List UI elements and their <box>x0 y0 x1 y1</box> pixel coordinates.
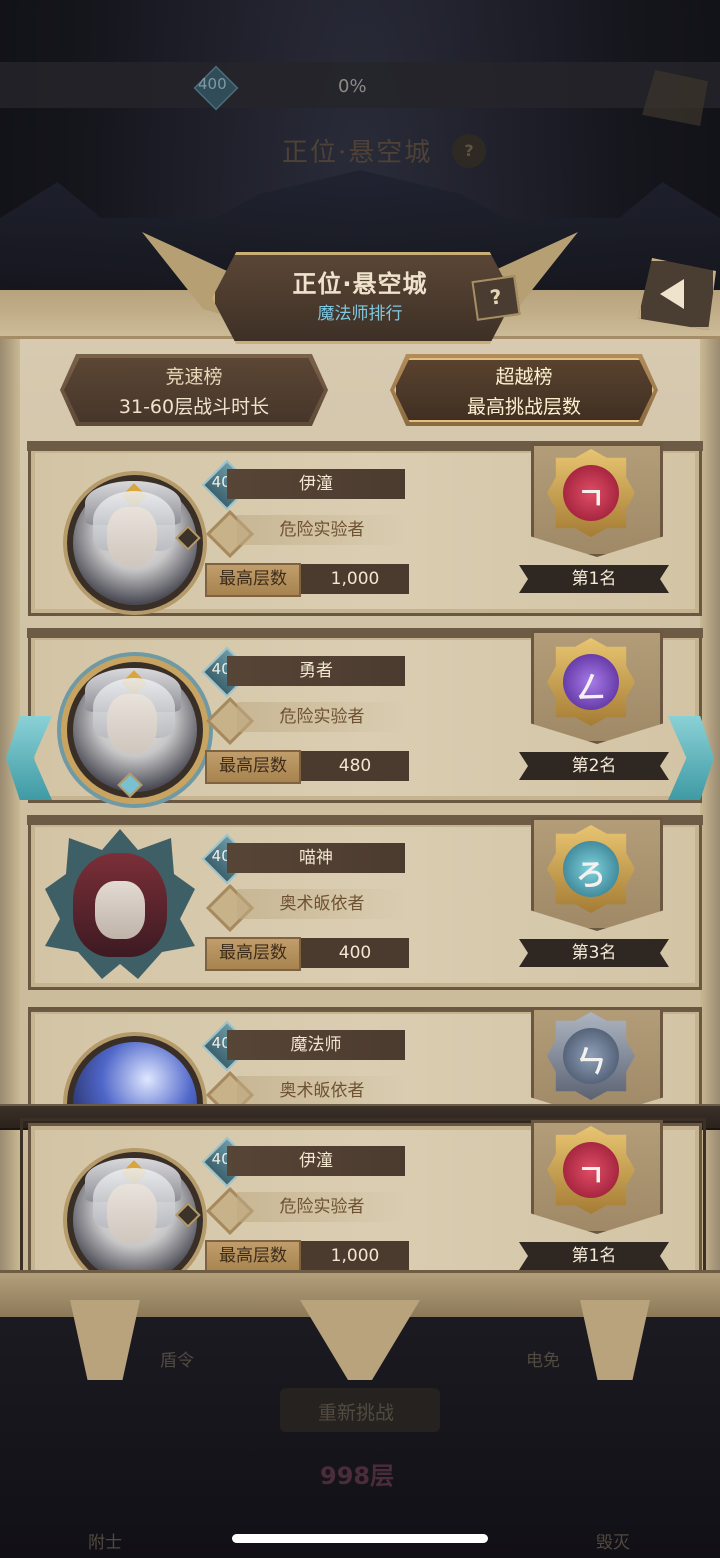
bg-floor-text: 998层 <box>320 1462 395 1490</box>
bg-label-right: 电免 <box>526 1351 560 1371</box>
avatar-hood <box>73 853 167 957</box>
tab-speed-ranking[interactable]: 竞速榜 31-60层战斗时长 <box>60 354 328 426</box>
ranking-row[interactable]: 400 勇者 危险实验者 最高层数 480 ㄥ 第2名 <box>27 628 703 803</box>
floor-label: 最高层数 <box>205 937 301 971</box>
rank-label: 第1名 <box>519 565 669 593</box>
tab-speed-ranking-desc: 31-60层战斗时长 <box>118 396 270 418</box>
emblem-core: ろ <box>563 841 619 897</box>
floor-label: 最高层数 <box>205 750 301 784</box>
ranking-row[interactable]: 400 伊潼 危险实验者 最高层数 1,000 ㄱ 第1名 <box>27 441 703 616</box>
rank-emblem-icon: ㄱ <box>547 1126 635 1214</box>
ranking-row[interactable]: 400 喵神 奥术皈依者 最高层数 400 ろ 第3名 <box>27 815 703 990</box>
bg-label-left: 盾令 <box>160 1351 194 1371</box>
panel-frame-left <box>0 290 20 1300</box>
bg-help-icon: ? <box>452 134 486 168</box>
player-class: 危险实验者 <box>237 515 407 545</box>
avatar-face <box>107 1184 157 1244</box>
emblem-core: ㄥ <box>563 654 619 710</box>
floor-value: 480 <box>301 751 409 781</box>
self-ranking-row[interactable]: 400 伊潼 危险实验者 最高层数 1,000 ㄱ 第1名 <box>28 1120 702 1293</box>
tab-surpass-ranking-desc: 最高挑战层数 <box>466 396 581 418</box>
emblem-mark-icon: ㄥ <box>576 671 606 706</box>
player-name: 伊潼 <box>227 469 405 499</box>
floor-value: 400 <box>301 938 409 968</box>
emblem-mark-icon: ㄱ <box>577 1159 605 1194</box>
player-class: 奥术皈依者 <box>237 889 407 919</box>
bg-retry-label: 重新挑战 <box>318 1402 395 1424</box>
rank-label: 第1名 <box>519 1242 669 1270</box>
tab-surpass-ranking-name: 超越榜 <box>495 366 553 388</box>
emblem-core: ㄣ <box>563 1028 619 1084</box>
player-avatar[interactable] <box>45 829 195 979</box>
avatar-face <box>107 694 157 754</box>
back-arrow-icon <box>660 279 684 309</box>
home-indicator[interactable] <box>232 1534 488 1543</box>
floor-label: 最高层数 <box>205 1240 301 1274</box>
player-name: 勇者 <box>227 656 405 686</box>
bg-label-bottom-right: 毁灭 <box>596 1533 630 1553</box>
player-class: 危险实验者 <box>237 702 407 732</box>
rank-emblem-icon: ろ <box>547 825 635 913</box>
rank-emblem-icon: ㄣ <box>547 1012 635 1100</box>
rank-label: 第2名 <box>519 752 669 780</box>
floor-value: 1,000 <box>301 1241 409 1271</box>
ranking-row[interactable]: 400 魔法师 奥术皈依者 ㄣ <box>28 1007 702 1117</box>
avatar-face <box>107 507 157 567</box>
back-button[interactable] <box>638 258 716 330</box>
bg-label-bottom-left: 附士 <box>88 1533 122 1553</box>
dialog-title: 正位·悬空城 <box>292 270 428 298</box>
rank-emblem-icon: ㄱ <box>547 449 635 537</box>
player-name: 魔法师 <box>227 1030 405 1060</box>
emblem-mark-icon: ㄣ <box>576 1045 606 1080</box>
tab-surpass-ranking[interactable]: 超越榜 最高挑战层数 <box>390 354 658 426</box>
player-name: 喵神 <box>227 843 405 873</box>
player-name: 伊潼 <box>227 1146 405 1176</box>
player-class: 危险实验者 <box>237 1192 407 1222</box>
rank-label: 第3名 <box>519 939 669 967</box>
bg-progress: 0% <box>338 76 367 97</box>
bg-level-text: 400 <box>198 75 227 93</box>
bg-title: 正位·悬空城 <box>282 138 433 168</box>
tab-speed-ranking-name: 竞速榜 <box>165 366 223 388</box>
dialog-subtitle: 魔法师排行 <box>317 304 403 324</box>
rank-emblem-icon: ㄥ <box>547 638 635 726</box>
floor-value: 1,000 <box>301 564 409 594</box>
emblem-core: ㄱ <box>563 465 619 521</box>
avatar-face <box>95 881 145 939</box>
floor-label: 最高层数 <box>205 563 301 597</box>
player-class: 奥术皈依者 <box>237 1076 407 1106</box>
emblem-mark-icon: ㄱ <box>577 482 605 517</box>
help-button[interactable]: ? <box>471 275 521 321</box>
emblem-mark-icon: ろ <box>576 858 606 893</box>
emblem-core: ㄱ <box>563 1142 619 1198</box>
